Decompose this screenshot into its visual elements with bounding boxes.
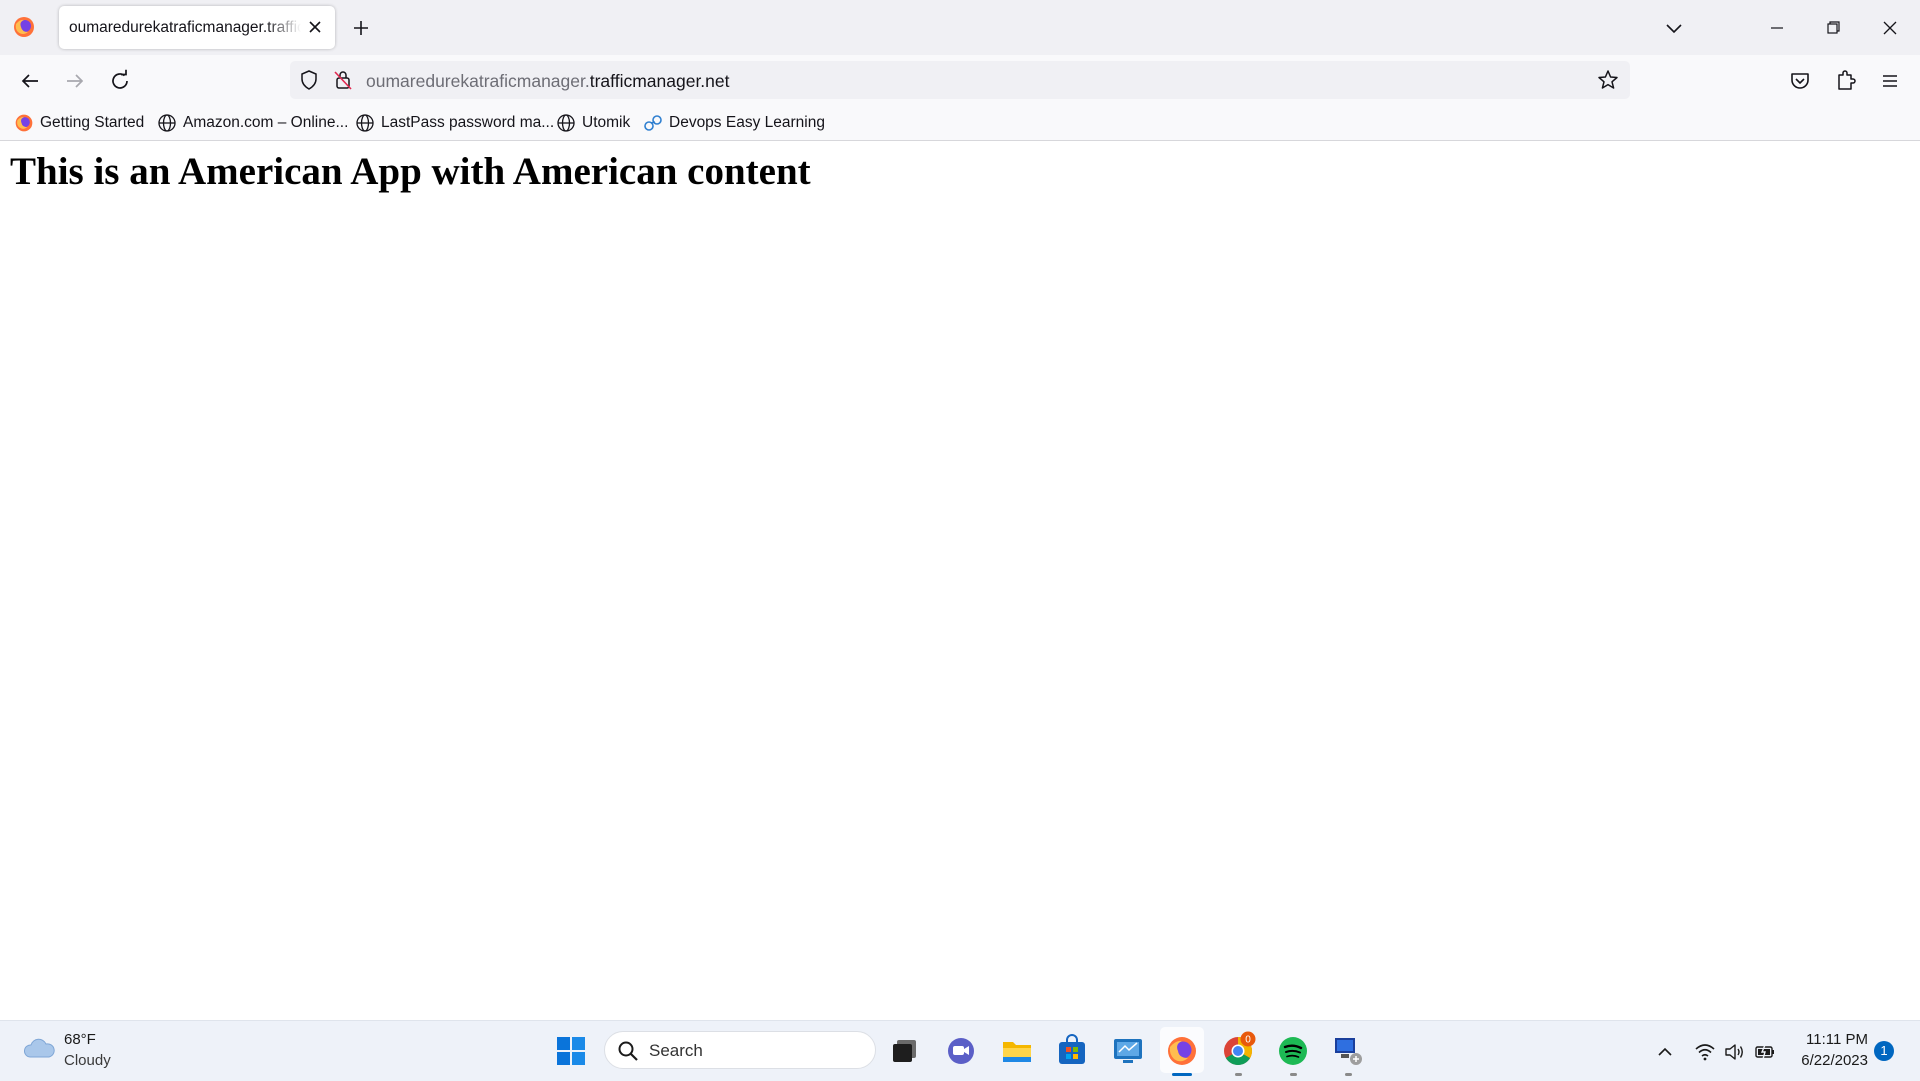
tab-active[interactable]: oumaredurekatraficmanager.trafficmanager… [59, 6, 335, 49]
page-content: This is an American App with American co… [0, 141, 1920, 1019]
forward-arrow-icon[interactable] [61, 67, 89, 95]
restore-icon[interactable] [1818, 15, 1848, 41]
spotify-running-indicator [1290, 1073, 1297, 1076]
teams-chat-icon[interactable] [944, 1034, 978, 1068]
bookmark-amazon[interactable]: Amazon.com – Online... [157, 112, 348, 134]
battery-charging-icon[interactable] [1754, 1041, 1776, 1063]
search-icon [618, 1041, 638, 1061]
firefox-taskbar-icon[interactable] [1165, 1034, 1199, 1068]
new-tab-icon[interactable] [348, 15, 374, 41]
firefox-active-indicator [1172, 1073, 1192, 1076]
notification-count-badge[interactable]: 1 [1874, 1041, 1894, 1061]
bookmark-devops-easy-learning[interactable]: Devops Easy Learning [643, 112, 825, 134]
bookmark-label: Utomik [582, 114, 631, 131]
file-explorer-icon[interactable] [1000, 1034, 1034, 1068]
cloud-icon [24, 1038, 55, 1058]
insecure-lock-icon[interactable] [332, 69, 354, 91]
wifi-icon[interactable] [1694, 1041, 1716, 1063]
chrome-notification-badge: 0 [1240, 1031, 1256, 1047]
bookmark-label: Devops Easy Learning [669, 114, 825, 131]
bookmark-utomik[interactable]: Utomik [556, 112, 630, 134]
remote-desktop-icon[interactable] [1111, 1034, 1145, 1068]
clock-time[interactable]: 11:11 PM [1786, 1031, 1868, 1048]
back-arrow-icon[interactable] [16, 67, 44, 95]
page-heading: This is an American App with American co… [10, 150, 811, 193]
address-bar[interactable]: oumaredurekatraficmanager.trafficmanager… [290, 61, 1630, 99]
window-close-icon[interactable] [1875, 15, 1905, 41]
tab-title: oumaredurekatraficmanager.trafficmanager… [69, 19, 301, 36]
task-view-icon[interactable] [888, 1034, 922, 1068]
network-computer-icon[interactable] [1331, 1034, 1365, 1068]
globe-icon [356, 114, 374, 132]
shield-icon[interactable] [298, 69, 320, 91]
firefox-icon [15, 114, 33, 132]
bookmarks-toolbar: Getting Started Amazon.com – Online... L… [0, 105, 1920, 141]
devops-icon [644, 115, 662, 131]
network-app-running-indicator [1345, 1073, 1352, 1076]
bookmark-star-icon[interactable] [1596, 68, 1620, 92]
bookmark-label: Amazon.com – Online... [183, 114, 349, 131]
reload-icon[interactable] [106, 67, 134, 95]
clock-date[interactable]: 6/22/2023 [1786, 1052, 1868, 1069]
taskbar-search-label: Search [649, 1041, 703, 1060]
bookmark-label: LastPass password ma... [381, 114, 555, 131]
taskbar: 68°F Cloudy Search 0 11:11 PM 6/22/2023 … [0, 1020, 1920, 1081]
firefox-icon[interactable] [12, 15, 36, 39]
tab-strip: oumaredurekatraficmanager.trafficmanager… [0, 0, 1920, 55]
url-host-domain: trafficmanager.net [589, 71, 730, 91]
weather-condition: Cloudy [64, 1052, 111, 1069]
hamburger-menu-icon[interactable] [1876, 67, 1904, 95]
weather-temperature: 68°F [64, 1031, 96, 1048]
extensions-icon[interactable] [1831, 67, 1859, 95]
url-text[interactable]: oumaredurekatraficmanager.trafficmanager… [366, 71, 730, 92]
minimize-icon[interactable] [1762, 15, 1792, 41]
url-host-prefix: oumaredurekatraficmanager. [366, 71, 590, 91]
chrome-running-indicator [1235, 1073, 1242, 1076]
bookmark-getting-started[interactable]: Getting Started [14, 112, 144, 134]
navigation-toolbar: oumaredurekatraficmanager.trafficmanager… [0, 55, 1920, 105]
spotify-icon[interactable] [1276, 1034, 1310, 1068]
bookmark-label: Getting Started [40, 114, 145, 131]
microsoft-store-icon[interactable] [1055, 1034, 1089, 1068]
windows-start-icon[interactable] [554, 1034, 588, 1068]
chrome-badge-count: 0 [1245, 1035, 1251, 1046]
globe-icon [158, 114, 176, 132]
close-tab-icon[interactable] [303, 15, 327, 39]
chevron-up-icon[interactable] [1654, 1041, 1676, 1063]
bookmark-lastpass[interactable]: LastPass password ma... [355, 112, 554, 134]
taskbar-search-box[interactable]: Search [604, 1031, 876, 1069]
globe-icon [557, 114, 575, 132]
chevron-down-icon[interactable] [1661, 15, 1687, 41]
pocket-icon[interactable] [1786, 67, 1814, 95]
volume-icon[interactable] [1723, 1041, 1745, 1063]
